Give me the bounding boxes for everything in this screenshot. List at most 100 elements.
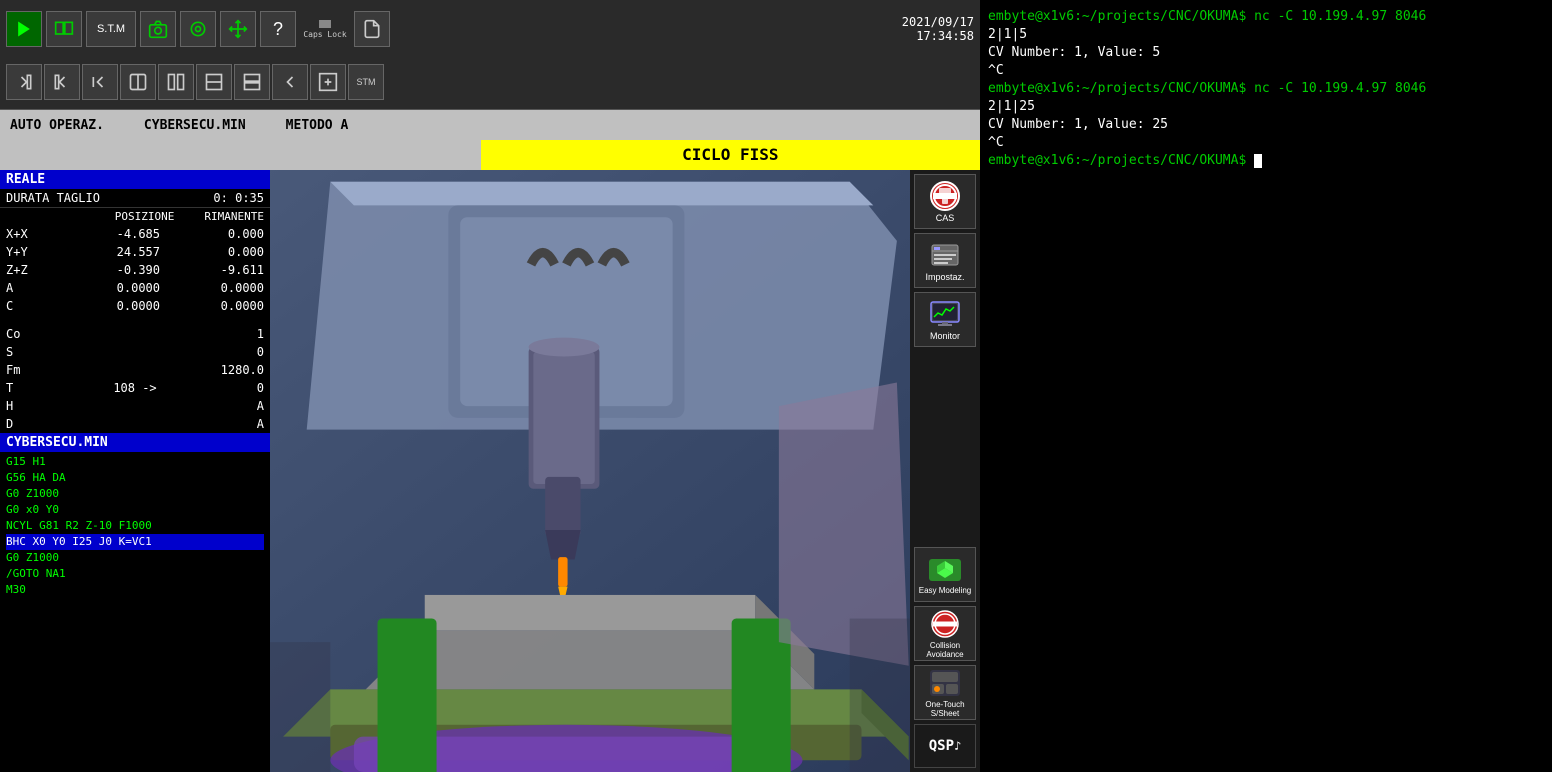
- t-row: T 108 -> 0: [0, 379, 270, 397]
- move-button[interactable]: [220, 11, 256, 47]
- s-label: S: [6, 345, 13, 359]
- datetime-display: 2021/09/17 17:34:58: [902, 15, 974, 43]
- prog-line: /GOTO NA1: [6, 566, 264, 582]
- collision-icon: [927, 609, 963, 639]
- cas-icon: [927, 181, 963, 211]
- main-content: REALE DURATA TAGLIO 0: 0:35 POSIZIONE RI…: [0, 170, 980, 772]
- d-row: D A: [0, 415, 270, 433]
- monitor-button[interactable]: Monitor: [914, 292, 976, 347]
- mode-label: AUTO OPERAZ.: [10, 118, 104, 133]
- terminal-line: ^C: [988, 134, 1544, 152]
- camera-button[interactable]: [140, 11, 176, 47]
- tb-btn-7[interactable]: [234, 64, 270, 100]
- tb-btn-2[interactable]: [44, 64, 80, 100]
- t-arrow: 108 ->: [113, 381, 156, 395]
- prog-line: G15 H1: [6, 454, 264, 470]
- caps-lock-indicator: Caps Lock: [300, 9, 350, 49]
- tb-btn-3[interactable]: [82, 64, 118, 100]
- data-row: A 0.0000 0.0000: [0, 279, 270, 297]
- cycle-title: CICLO FISS: [481, 140, 980, 170]
- terminal-line: embyte@x1v6:~/projects/CNC/OKUMA$ nc -C …: [988, 8, 1544, 26]
- view-3d: [270, 170, 910, 772]
- tb-btn-10[interactable]: STM: [348, 64, 384, 100]
- posizione-label: POSIZIONE: [115, 210, 175, 223]
- stm-button[interactable]: S.T.M: [86, 11, 136, 47]
- data-rows-container: X+X -4.685 0.000 Y+Y 24.557 0.000 Z+Z -0…: [0, 225, 270, 315]
- qsp-button[interactable]: QSP ♪: [914, 724, 976, 768]
- fm-row: Fm 1280.0: [0, 361, 270, 379]
- header-bar: AUTO OPERAZ. CYBERSECU.MIN METODO A: [0, 110, 980, 140]
- h-label: H: [6, 399, 13, 413]
- tb-btn-4[interactable]: [120, 64, 156, 100]
- title-row: CICLO FISS: [0, 140, 980, 170]
- prog-line: G0 x0 Y0: [6, 502, 264, 518]
- cas-label: CAS: [936, 213, 955, 223]
- method-label: METODO A: [286, 118, 349, 133]
- durata-label: DURATA TAGLIO: [6, 191, 100, 205]
- d-value: A: [257, 417, 264, 431]
- prog-line: G0 Z1000: [6, 550, 264, 566]
- impostaz-button[interactable]: Impostaz.: [914, 233, 976, 288]
- terminal-line: embyte@x1v6:~/projects/CNC/OKUMA$ nc -C …: [988, 80, 1544, 98]
- toolbar: S.T.M: [0, 0, 980, 110]
- program-header: CYBERSECU.MIN: [0, 433, 270, 452]
- program-label: CYBERSECU.MIN: [144, 118, 246, 133]
- co-label: Co: [6, 327, 20, 341]
- data-row: Y+Y 24.557 0.000: [0, 243, 270, 261]
- right-sidebar: CAS Impostaz.: [910, 170, 980, 772]
- prog-line: M30: [6, 582, 264, 598]
- terminal-line: 2|1|5: [988, 26, 1544, 44]
- terminal-lines: embyte@x1v6:~/projects/CNC/OKUMA$ nc -C …: [988, 8, 1544, 170]
- easy-modeling-button[interactable]: Easy Modeling: [914, 547, 976, 602]
- toolbar-bottom: STM: [6, 59, 974, 105]
- cas-button[interactable]: CAS: [914, 174, 976, 229]
- h-row: H A: [0, 397, 270, 415]
- d-label: D: [6, 417, 13, 431]
- easy-modeling-icon: [927, 554, 963, 584]
- terminal-line: embyte@x1v6:~/projects/CNC/OKUMA$: [988, 152, 1544, 170]
- terminal-line: 2|1|25: [988, 98, 1544, 116]
- help-button[interactable]: ?: [260, 11, 296, 47]
- co-value: 1: [257, 327, 264, 341]
- data-panel: REALE DURATA TAGLIO 0: 0:35 POSIZIONE RI…: [0, 170, 270, 772]
- terminal-line: CV Number: 1, Value: 25: [988, 116, 1544, 134]
- terminal-cursor: [1254, 154, 1262, 168]
- program-listing: G15 H1 G56 HA DA G0 Z1000 G0 x0 Y0 NCYL …: [0, 452, 270, 772]
- monitor-icon: [927, 299, 963, 329]
- onetouch-label: One-Touch S/Sheet: [915, 700, 975, 718]
- terminal-line: ^C: [988, 62, 1544, 80]
- onetouch-icon: [927, 668, 963, 698]
- collision-label: Collision Avoidance: [915, 641, 975, 659]
- data-row: X+X -4.685 0.000: [0, 225, 270, 243]
- tb-btn-1[interactable]: [6, 64, 42, 100]
- collision-button[interactable]: Collision Avoidance: [914, 606, 976, 661]
- durata-row: DURATA TAGLIO 0: 0:35: [0, 189, 270, 208]
- easy-modeling-label: Easy Modeling: [919, 586, 971, 595]
- terminal-panel: embyte@x1v6:~/projects/CNC/OKUMA$ nc -C …: [980, 0, 1552, 772]
- prog-line: G0 Z1000: [6, 486, 264, 502]
- toolbar-top: S.T.M: [6, 4, 974, 54]
- tb-btn-5[interactable]: [158, 64, 194, 100]
- prog-line: NCYL G81 R2 Z-10 F1000: [6, 518, 264, 534]
- rimanente-label: RIMANENTE: [204, 210, 264, 223]
- t-val2: 0: [257, 381, 264, 395]
- onetouch-button[interactable]: One-Touch S/Sheet: [914, 665, 976, 720]
- fm-value: 1280.0: [221, 363, 264, 377]
- camera2-button[interactable]: [180, 11, 216, 47]
- cnc-panel: S.T.M: [0, 0, 980, 772]
- tb-btn-6[interactable]: [196, 64, 232, 100]
- tb-btn-8[interactable]: [272, 64, 308, 100]
- data-row: C 0.0000 0.0000: [0, 297, 270, 315]
- run-button[interactable]: [6, 11, 42, 47]
- terminal-line: CV Number: 1, Value: 5: [988, 44, 1544, 62]
- monitor-label: Monitor: [930, 331, 960, 341]
- s-value: 0: [257, 345, 264, 359]
- impostaz-icon: [927, 240, 963, 270]
- step-button[interactable]: [46, 11, 82, 47]
- h-value: A: [257, 399, 264, 413]
- co-row: Co 1: [0, 325, 270, 343]
- tb-btn-9[interactable]: [310, 64, 346, 100]
- file-button[interactable]: [354, 11, 390, 47]
- s-row: S 0: [0, 343, 270, 361]
- t-label: T: [6, 381, 13, 395]
